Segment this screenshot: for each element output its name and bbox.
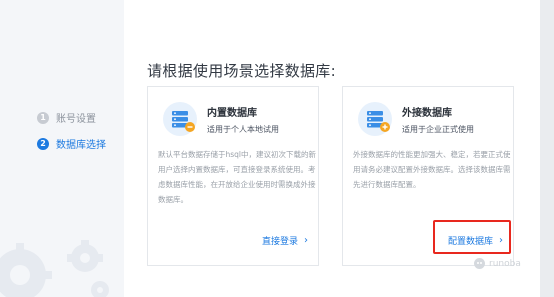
- watermark: runoba: [474, 258, 521, 269]
- step-label: 数据库选择: [56, 140, 106, 151]
- database-icon: [358, 102, 392, 136]
- setup-window: 1 账号设置 2 数据库选择 请根据使用场景选择数据库: 内置数据库 适用于个人…: [0, 0, 540, 297]
- configure-database-link[interactable]: 配置数据库 ›: [448, 234, 503, 247]
- builtin-database-card[interactable]: 内置数据库 适用于个人本地试用 默认平台数据存储于hsql中，建议初次下载的新用…: [147, 86, 319, 266]
- chevron-right-icon: ›: [304, 235, 308, 246]
- wechat-icon: [474, 258, 485, 269]
- step-account-settings[interactable]: 1 账号设置: [37, 110, 96, 125]
- gears-decoration-icon: [0, 240, 109, 297]
- card-title: 外接数据库: [402, 108, 452, 119]
- link-label: 配置数据库: [447, 237, 493, 247]
- link-label: 直接登录: [261, 237, 298, 247]
- card-subtitle: 适用于个人本地试用: [207, 125, 279, 134]
- external-database-card[interactable]: 外接数据库 适用于企业正式使用 外接数据库的性能更加强大、稳定，若要正式使用请务…: [342, 86, 514, 266]
- sidebar: 1 账号设置 2 数据库选择: [0, 0, 124, 297]
- card-title: 内置数据库: [207, 108, 257, 119]
- card-description: 默认平台数据存储于hsql中，建议初次下载的新用户选择内置数据库，可直接登录系统…: [158, 150, 317, 204]
- step-number: 2: [37, 137, 49, 150]
- step-database-selection[interactable]: 2 数据库选择: [37, 136, 106, 151]
- direct-login-link[interactable]: 直接登录 ›: [262, 234, 308, 247]
- step-number: 1: [37, 111, 49, 124]
- watermark-text: runoba: [489, 258, 521, 269]
- chevron-right-icon: ›: [499, 235, 503, 246]
- step-label: 账号设置: [56, 114, 96, 125]
- database-icon: [163, 102, 197, 136]
- card-description: 外接数据库的性能更加强大、稳定，若要正式使用请务必建议配置外接数据库。选择该数据…: [353, 150, 511, 189]
- page-title: 请根据使用场景选择数据库:: [147, 62, 336, 80]
- card-subtitle: 适用于企业正式使用: [402, 125, 474, 134]
